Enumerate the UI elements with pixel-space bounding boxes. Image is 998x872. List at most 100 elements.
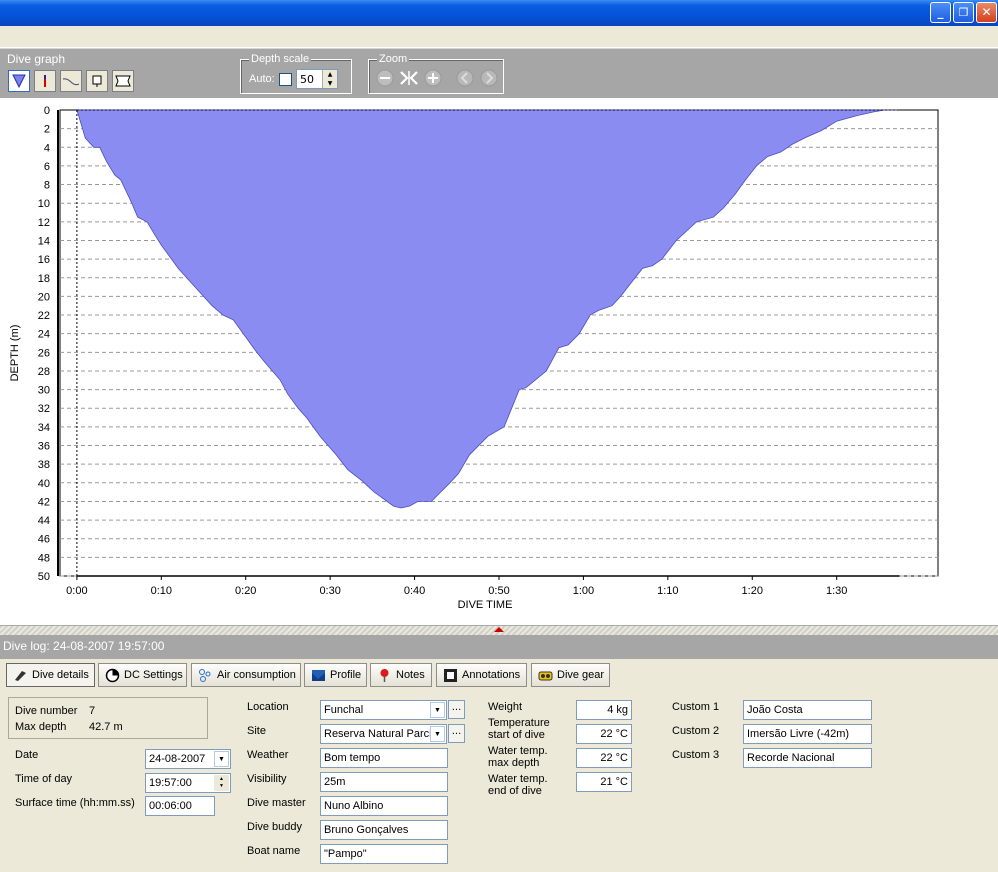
gauge-icon — [105, 668, 120, 683]
y-tick-label: 40 — [38, 478, 50, 490]
tab-label: Notes — [396, 669, 425, 681]
x-tick-label: 0:00 — [66, 585, 87, 597]
note-tool-button[interactable] — [86, 70, 108, 92]
dive-buddy-value: Bruno Gonçalves — [324, 824, 409, 836]
depth-scale-group: Depth scale Auto: 50 ▲ ▼ — [240, 53, 352, 94]
line-tool-icon — [62, 78, 80, 86]
y-tick-label: 28 — [38, 366, 50, 378]
time-value: 19:57:00 — [149, 777, 192, 789]
tab-dive-gear[interactable]: Dive gear — [531, 663, 610, 687]
y-tick-label: 10 — [38, 198, 50, 210]
next-button[interactable] — [479, 68, 499, 88]
depth-scale-legend: Depth scale — [249, 53, 312, 65]
boat-name-label: Boat name — [247, 845, 301, 857]
custom3-label: Custom 3 — [672, 749, 720, 761]
weather-field[interactable]: Bom tempo — [320, 748, 448, 768]
profile-icon — [311, 668, 326, 683]
pin-icon — [377, 668, 392, 683]
surface-time-field[interactable]: 00:06:00 — [145, 796, 215, 816]
max-depth-label: Max depth — [15, 721, 67, 733]
custom2-field[interactable]: Imersão Livre (-42m) — [743, 724, 872, 744]
tab-label: Dive details — [32, 669, 89, 681]
y-tick-label: 38 — [38, 459, 50, 471]
site-browse-button[interactable]: ... — [448, 724, 465, 743]
date-picker[interactable]: 24-08-2007 ▼ — [145, 749, 231, 769]
dive-number-value: 7 — [89, 705, 96, 717]
temp-start-label-line2: start of dive — [488, 729, 545, 741]
zoom-fit-button[interactable] — [399, 68, 419, 88]
menu-bar — [0, 26, 998, 48]
chevron-down-icon[interactable]: ▼ — [430, 702, 445, 718]
spinner-arrows[interactable]: ▲ ▼ — [322, 70, 337, 88]
panel-splitter[interactable] — [0, 625, 998, 635]
custom1-field[interactable]: João Costa — [743, 700, 872, 720]
tab-air-consumption[interactable]: Air consumption — [191, 663, 301, 687]
y-tick-label: 32 — [38, 403, 50, 415]
zoom-out-button[interactable] — [375, 68, 395, 88]
y-tick-label: 18 — [38, 273, 50, 285]
spinner-arrows-icon[interactable]: ▲ ▼ — [214, 775, 229, 791]
custom3-field[interactable]: Recorde Nacional — [743, 748, 872, 768]
marker-tool-button[interactable] — [34, 70, 56, 92]
tab-annotations[interactable]: Annotations — [436, 663, 527, 687]
temp-end-field[interactable]: 21 °C — [576, 772, 632, 792]
y-tick-label: 30 — [38, 385, 50, 397]
maximize-button[interactable]: ❐ — [953, 2, 974, 23]
note-tool-icon — [92, 75, 102, 87]
y-tick-label: 16 — [38, 254, 50, 266]
line-tool-button[interactable] — [60, 70, 82, 92]
tab-label: Profile — [330, 669, 362, 681]
site-label: Site — [247, 725, 266, 737]
location-combo[interactable]: Funchal ▼ — [320, 700, 447, 720]
time-of-day-spinner[interactable]: 19:57:00 ▲ ▼ — [145, 773, 231, 793]
depth-scale-value: 50 — [300, 73, 314, 86]
visibility-field[interactable]: 25m — [320, 772, 448, 792]
date-value: 24-08-2007 — [149, 753, 206, 765]
previous-button[interactable] — [455, 68, 475, 88]
tab-notes[interactable]: Notes — [370, 663, 432, 687]
dive-buddy-field[interactable]: Bruno Gonçalves — [320, 820, 448, 840]
boat-name-value: "Pampo" — [324, 848, 367, 860]
y-tick-label: 22 — [38, 310, 50, 322]
temp-start-field[interactable]: 22 °C — [576, 724, 632, 744]
depth-scale-spinner[interactable]: 50 ▲ ▼ — [296, 69, 338, 89]
profile-tool-button[interactable] — [8, 70, 30, 92]
dive-log-title: Dive log: 24-08-2007 19:57:00 — [3, 639, 165, 653]
minimize-button[interactable]: _ — [930, 2, 951, 23]
y-tick-label: 44 — [38, 515, 50, 527]
visibility-value: 25m — [324, 776, 346, 788]
zoom-out-icon — [376, 69, 394, 87]
zoom-fit-icon — [400, 71, 418, 85]
weight-field[interactable]: 4 kg — [576, 700, 632, 720]
x-axis-label: DIVE TIME — [458, 599, 513, 611]
tab-profile[interactable]: Profile — [304, 663, 367, 687]
temp-max-label: Water temp. max depth — [488, 745, 548, 769]
dive-master-field[interactable]: Nuno Albino — [320, 796, 448, 816]
mask-icon — [538, 668, 553, 683]
y-tick-label: 20 — [38, 291, 50, 303]
temp-max-label-line1: Water temp. — [488, 745, 548, 757]
zoom-in-button[interactable] — [423, 68, 443, 88]
y-axis-label: DEPTH (m) — [9, 325, 21, 382]
custom3-value: Recorde Nacional — [747, 752, 835, 764]
dive-graph-area[interactable]: 0 2 4 6 8 10 12 14 16 18 20 22 24 26 28 30 32 34 36 38 40 42 4… — [0, 98, 998, 625]
location-browse-button[interactable]: ... — [448, 700, 465, 719]
auto-scale-checkbox[interactable] — [279, 73, 292, 86]
dive-profile-chart[interactable]: 0246810121416182022242628303234363840424… — [0, 98, 998, 625]
chevron-down-icon[interactable]: ▼ — [430, 726, 445, 742]
custom2-value: Imersão Livre (-42m) — [747, 728, 850, 740]
max-depth-value: 42.7 m — [89, 721, 123, 733]
tab-dive-details[interactable]: Dive details — [6, 663, 95, 687]
temp-start-label-line1: Temperature — [488, 717, 550, 729]
chevron-down-icon[interactable]: ▼ — [214, 751, 229, 767]
tab-dc-settings[interactable]: DC Settings — [98, 663, 187, 687]
profile-tool-icon — [12, 74, 26, 89]
dive-number-label: Dive number — [15, 705, 78, 717]
close-button[interactable]: ✕ — [976, 2, 997, 23]
frame-tool-button[interactable] — [112, 70, 134, 92]
site-combo[interactable]: Reserva Natural Parcial ▼ — [320, 724, 447, 744]
temp-max-field[interactable]: 22 °C — [576, 748, 632, 768]
tab-label: DC Settings — [124, 669, 183, 681]
dive-master-value: Nuno Albino — [324, 800, 384, 812]
boat-name-field[interactable]: "Pampo" — [320, 844, 448, 864]
